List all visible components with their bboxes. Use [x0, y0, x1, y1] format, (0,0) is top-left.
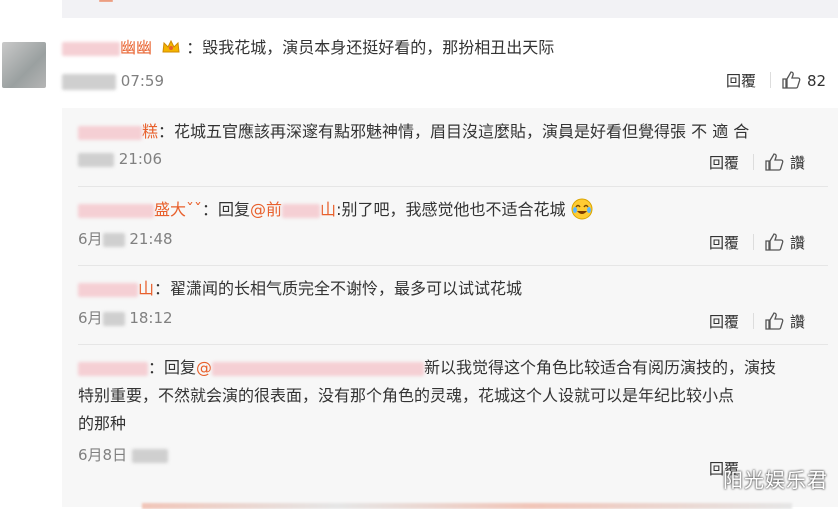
- comment-meta: 07:59: [62, 70, 838, 92]
- comment-line: 幽幽 ：毁我花城，演员本身还挺好看的，那扮相丑出天际: [62, 36, 838, 60]
- reply-button[interactable]: 回覆: [709, 313, 739, 331]
- username-redacted[interactable]: [62, 41, 120, 56]
- reply-button[interactable]: 回覆: [726, 72, 756, 90]
- reply-button[interactable]: 回覆: [709, 234, 739, 252]
- reply-time: 21:48: [129, 230, 173, 248]
- like-icon[interactable]: [764, 233, 784, 251]
- username-redacted[interactable]: [78, 361, 148, 376]
- reply-date: 6月: [78, 230, 103, 248]
- like-icon[interactable]: [764, 153, 784, 171]
- avatar[interactable]: [2, 42, 46, 88]
- reply-line: 盛大ˇˇ：回复@前 山:别了吧，我感觉他也不适合花城: [78, 196, 828, 224]
- reply-actions: 回覆 讚: [709, 232, 805, 253]
- like-count[interactable]: 82: [807, 72, 826, 90]
- time-redacted: [131, 448, 168, 463]
- crying-laugh-emoji-icon: [571, 198, 593, 220]
- like-button-label[interactable]: 讚: [790, 154, 805, 172]
- divider: [770, 72, 772, 88]
- watermark: 阳光娱乐君: [723, 468, 828, 492]
- mention-redacted[interactable]: [282, 203, 321, 218]
- like-button-label[interactable]: 讚: [790, 234, 805, 252]
- username-redacted[interactable]: [78, 203, 154, 218]
- previous-comment-fragment: “ — ”: [62, 0, 838, 18]
- username[interactable]: 盛大: [154, 200, 186, 219]
- username[interactable]: 山: [138, 279, 154, 298]
- replies-panel: 糕：花城五官應該再深邃有點邪魅神情，眉目沒這麼貼，演員是好看但覺得張 不 適 合…: [62, 108, 838, 509]
- reply-text: ：翟潇闻的长相气质完全不谢怜，最多可以试试花城: [154, 279, 523, 298]
- comment-text: ：毁我花城，演员本身还挺好看的，那扮相丑出天际: [186, 38, 555, 57]
- divider: [753, 313, 755, 329]
- reply-line: 山：翟潇闻的长相气质完全不谢怜，最多可以试试花城: [78, 275, 828, 303]
- username-redacted[interactable]: [78, 125, 142, 140]
- username[interactable]: 糕: [142, 122, 158, 141]
- reply-line: 特别重要，不然就会演的很表面，没有那个角色的灵魂，花城这个人设就可以是年纪比较小…: [78, 386, 735, 405]
- reply-text: :别了吧，我感觉他也不适合花城: [336, 200, 566, 219]
- mention-redacted[interactable]: [212, 361, 425, 376]
- date-redacted: [78, 152, 114, 167]
- like-button-label[interactable]: 讚: [790, 313, 805, 331]
- reply-item: ：回复@ 新以我觉得这个角色比较适合有阅历演技的，演技 特别重要，不然就会演的很表…: [78, 354, 828, 466]
- username-redacted[interactable]: [78, 282, 138, 297]
- reply-button[interactable]: 回覆: [709, 154, 739, 172]
- date-redacted: [102, 311, 125, 326]
- reply-date: 6月8日: [78, 446, 128, 464]
- username-suffix: ˇˇ: [186, 200, 203, 219]
- reply-actions: 回覆 讚: [709, 152, 805, 173]
- main-comment: 幽幽 ：毁我花城，演员本身还挺好看的，那扮相丑出天际 07:59: [62, 36, 838, 92]
- mention-link[interactable]: @前: [250, 200, 282, 219]
- divider: [753, 154, 755, 170]
- like-icon[interactable]: [764, 312, 784, 330]
- reply-line: ：回复@ 新以我觉得这个角色比较适合有阅历演技的，演技: [78, 354, 828, 382]
- fragment-text: “ — ”: [82, 0, 133, 9]
- like-icon[interactable]: [781, 71, 801, 89]
- reply-divider: [78, 265, 828, 266]
- reply-date: 6月: [78, 309, 103, 327]
- main-comment-actions: 回覆 82: [726, 70, 826, 91]
- reply-prefix: ：回复: [148, 358, 197, 377]
- reply-actions: 回覆 讚: [709, 311, 805, 332]
- reply-line: 的那种: [78, 414, 127, 433]
- comment-time: 07:59: [120, 72, 165, 90]
- username[interactable]: 幽幽: [120, 38, 152, 57]
- mention-link-end[interactable]: 山: [320, 200, 336, 219]
- date-redacted: [62, 73, 116, 90]
- reply-line: 糕：花城五官應該再深邃有點邪魅神情，眉目沒這麼貼，演員是好看但覺得張 不 適 合: [78, 118, 828, 146]
- reply-time: 21:06: [118, 150, 163, 168]
- date-redacted: [102, 232, 125, 247]
- crown-badge-icon: [162, 39, 180, 53]
- reply-text: 新以我觉得这个角色比较适合有阅历演技的，演技: [424, 358, 777, 377]
- reply-time: 18:12: [129, 309, 173, 327]
- next-reply-fragment: [142, 503, 792, 509]
- mention-link[interactable]: @: [196, 358, 212, 377]
- divider: [753, 234, 755, 250]
- reply-divider: [78, 344, 828, 345]
- reply-text: ：花城五官應該再深邃有點邪魅神情，眉目沒這麼貼，演員是好看但覺得張 不 適 合: [158, 122, 750, 141]
- reply-divider: [78, 186, 828, 187]
- reply-prefix: ：回复: [202, 200, 251, 219]
